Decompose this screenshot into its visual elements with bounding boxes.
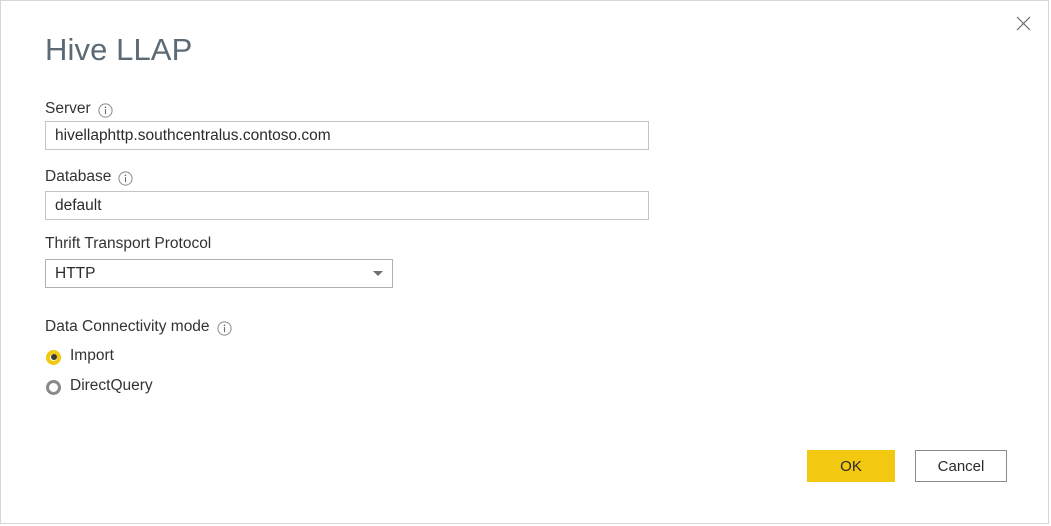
thrift-transport-protocol-select[interactable]: HTTP (45, 259, 393, 288)
data-connectivity-mode-label: Data Connectivity mode (45, 317, 232, 337)
radio-selected-icon (46, 349, 61, 365)
database-input[interactable] (45, 191, 649, 220)
radio-import[interactable]: Import (46, 346, 114, 366)
database-label: Database (45, 167, 133, 187)
cancel-button[interactable]: Cancel (915, 450, 1007, 482)
data-connectivity-mode-label-text: Data Connectivity mode (45, 318, 210, 335)
radio-directquery-label: DirectQuery (70, 377, 153, 394)
radio-unselected-icon (46, 379, 61, 395)
radio-import-label: Import (70, 347, 114, 364)
server-input[interactable] (45, 121, 649, 150)
info-icon[interactable] (118, 170, 133, 186)
thrift-transport-protocol-value: HTTP (55, 265, 96, 282)
ok-button[interactable]: OK (807, 450, 895, 482)
info-icon[interactable] (98, 102, 113, 118)
thrift-transport-protocol-label-text: Thrift Transport Protocol (45, 235, 212, 252)
close-button[interactable] (1006, 7, 1040, 39)
info-icon[interactable] (216, 320, 232, 336)
hive-llap-dialog: Hive LLAP Server Database Thrift Transpo… (0, 0, 1049, 524)
radio-directquery[interactable]: DirectQuery (46, 376, 153, 396)
database-label-text: Database (45, 168, 112, 185)
chevron-down-icon (373, 271, 383, 276)
server-label: Server (45, 99, 113, 119)
server-label-text: Server (45, 100, 91, 117)
thrift-transport-protocol-label: Thrift Transport Protocol (45, 234, 211, 254)
page-title: Hive LLAP (45, 32, 193, 67)
close-icon (1016, 16, 1031, 31)
